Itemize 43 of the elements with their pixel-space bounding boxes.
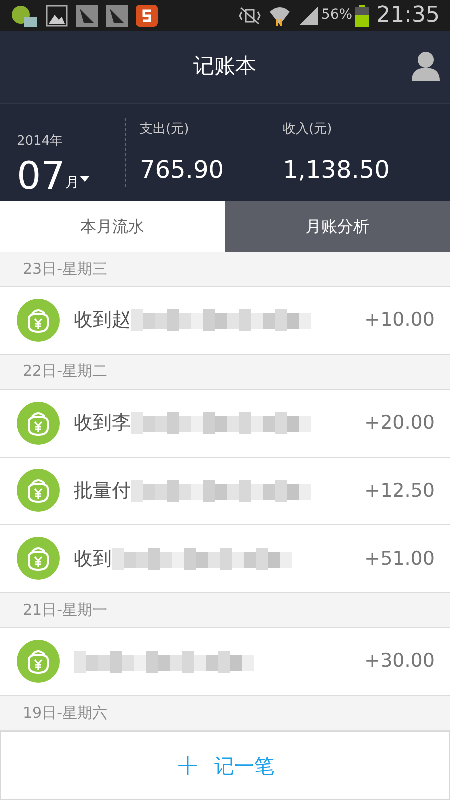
wifi-icon: [269, 4, 292, 26]
transaction-row[interactable]: 收到赵 +10.00: [0, 286, 450, 355]
transaction-row[interactable]: 批量付 +12.50: [0, 458, 450, 526]
tab[interactable]: 本月流水: [0, 201, 225, 252]
app-notification-icon: [136, 4, 158, 26]
transaction-amount: +12.50: [364, 478, 435, 504]
transaction-row[interactable]: 收到 +51.00: [0, 525, 450, 594]
income-amount: 1,138.50: [283, 154, 391, 186]
transaction-row[interactable]: 收到李 +20.00: [0, 390, 450, 458]
transaction-amount: +30.00: [364, 649, 435, 674]
money-bag-icon: [17, 537, 60, 580]
money-bag-icon: [17, 402, 60, 445]
expense-label: 支出(元): [140, 121, 190, 139]
vibrate-icon: [239, 6, 262, 26]
expense-amount: 765.90: [140, 154, 225, 186]
money-bag-icon: [17, 469, 60, 512]
transaction-amount: +20.00: [364, 410, 435, 436]
dropdown-arrow-icon: [80, 176, 90, 182]
month-picker[interactable]: 07 月: [17, 156, 125, 196]
tab[interactable]: 月账分析: [225, 201, 450, 252]
transaction-title: 收到李: [74, 410, 131, 436]
date-header: 23日-星期三: [23, 258, 108, 280]
money-bag-icon: [17, 298, 60, 342]
user-profile-icon[interactable]: [412, 51, 440, 81]
transaction-title: 收到: [74, 546, 112, 572]
battery-icon: [354, 4, 369, 26]
income-label: 收入(元): [283, 121, 334, 139]
app-notification-icon: [10, 4, 38, 28]
image-notification-icon: [46, 4, 68, 26]
transaction-amount: +10.00: [364, 308, 435, 334]
signal-icon: [299, 6, 320, 26]
transaction-title: 批量付: [74, 478, 131, 504]
money-bag-icon: [17, 640, 60, 684]
date-header: 21日-星期一: [23, 600, 108, 621]
app-title: 记账本: [194, 53, 256, 80]
clock: 21:35: [376, 2, 440, 30]
transaction-title: 收到赵: [74, 308, 131, 334]
year-label: 2014年: [17, 133, 64, 151]
date-header: 22日-星期二: [23, 361, 108, 382]
date-header: 19日-星期六: [23, 702, 108, 724]
transaction-row[interactable]: +30.00: [0, 628, 450, 696]
transaction-amount: +51.00: [364, 546, 435, 572]
battery-percentage: 56%: [321, 6, 353, 25]
